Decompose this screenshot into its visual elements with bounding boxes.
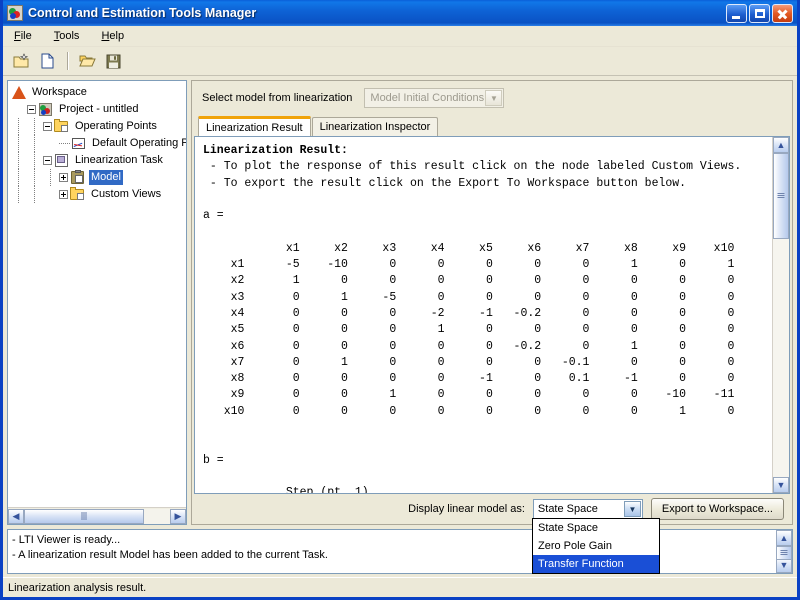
menu-help-rest: elp bbox=[109, 30, 125, 42]
tree-node-label: Operating Points bbox=[75, 120, 157, 132]
folder-icon bbox=[54, 119, 70, 134]
tree-node-linearization-task[interactable]: Linearization Task bbox=[11, 152, 186, 169]
tree-node-label: Workspace bbox=[32, 86, 87, 98]
display-linear-model-label: Display linear model as: bbox=[408, 503, 525, 515]
menu-bar: File Tools Help bbox=[3, 26, 797, 47]
dropdown-option-transfer-function[interactable]: Transfer Function bbox=[533, 555, 659, 573]
tab-linearization-result[interactable]: Linearization Result bbox=[198, 116, 311, 136]
select-model-row: Select model from linearization Model In… bbox=[192, 81, 792, 115]
export-to-workspace-button[interactable]: Export to Workspace... bbox=[650, 498, 784, 520]
toolbar bbox=[3, 47, 797, 76]
result-heading: Linearization Result: bbox=[203, 144, 348, 157]
title-bar: Control and Estimation Tools Manager bbox=[3, 0, 797, 26]
select-model-label: Select model from linearization bbox=[202, 92, 353, 104]
matlab-icon bbox=[11, 85, 27, 100]
application-window: Control and Estimation Tools Manager Fil… bbox=[0, 0, 800, 600]
dropdown-option-zero-pole-gain[interactable]: Zero Pole Gain bbox=[533, 537, 659, 555]
display-model-combo[interactable]: State Space ▼ bbox=[532, 499, 643, 519]
close-button[interactable] bbox=[772, 3, 793, 23]
project-tree[interactable]: Workspace Project - untitled Operating P… bbox=[8, 81, 186, 507]
chevron-down-icon[interactable]: ▼ bbox=[485, 90, 503, 106]
tree-node-project[interactable]: Project - untitled bbox=[11, 101, 186, 118]
task-icon bbox=[54, 153, 70, 168]
clipboard-icon bbox=[70, 170, 86, 185]
maximize-button[interactable] bbox=[749, 3, 770, 23]
tab-label: Linearization Inspector bbox=[319, 121, 431, 133]
body-area: Workspace Project - untitled Operating P… bbox=[3, 76, 797, 529]
tree-node-default-operating-point[interactable]: Default Operating Po bbox=[11, 135, 186, 152]
model-initial-conditions-combo[interactable]: Model Initial Conditions ▼ bbox=[364, 88, 505, 108]
scroll-up-icon[interactable]: ▲ bbox=[776, 530, 792, 546]
export-button-label: Export to Workspace... bbox=[661, 503, 773, 515]
dropdown-option-state-space[interactable]: State Space bbox=[533, 519, 659, 537]
toolbar-separator bbox=[67, 52, 68, 70]
folder-icon bbox=[70, 187, 86, 202]
minimize-button[interactable] bbox=[726, 3, 747, 23]
collapse-toggle-operating-points[interactable] bbox=[43, 122, 52, 131]
new-file-icon[interactable] bbox=[36, 50, 59, 72]
status-log-panel: - LTI Viewer is ready... - A linearizati… bbox=[7, 529, 793, 574]
menu-file-rest: ile bbox=[20, 30, 32, 42]
tree-node-label: Default Operating Po bbox=[92, 137, 186, 149]
save-icon[interactable] bbox=[102, 50, 125, 72]
menu-tools-rest: ools bbox=[59, 30, 80, 42]
main-panel: Select model from linearization Model In… bbox=[191, 80, 793, 525]
status-log-scroll-thumb[interactable] bbox=[776, 546, 792, 560]
tree-node-label: Custom Views bbox=[91, 188, 162, 200]
tab-linearization-inspector[interactable]: Linearization Inspector bbox=[311, 117, 439, 136]
result-body: - To plot the response of this result cl… bbox=[203, 160, 742, 493]
open-folder-icon[interactable] bbox=[76, 50, 99, 72]
tab-bar: Linearization Result Linearization Inspe… bbox=[192, 115, 792, 136]
collapse-toggle-linearization-task[interactable] bbox=[43, 156, 52, 165]
status-log-line-1: - LTI Viewer is ready... bbox=[12, 534, 121, 546]
display-model-dropdown-list[interactable]: State Space Zero Pole Gain Transfer Func… bbox=[532, 518, 660, 574]
result-vertical-scrollbar[interactable]: ▲ ▼ bbox=[772, 137, 789, 493]
menu-tools[interactable]: Tools bbox=[51, 28, 83, 44]
menu-file[interactable]: File bbox=[11, 28, 35, 44]
tree-node-label: Model bbox=[89, 170, 123, 185]
window-title: Control and Estimation Tools Manager bbox=[28, 6, 257, 20]
tab-content-panel: Linearization Result: - To plot the resp… bbox=[194, 136, 790, 494]
tree-horizontal-scrollbar[interactable]: ◀ ▶ bbox=[8, 507, 186, 524]
status-log-scroll-track[interactable] bbox=[776, 546, 792, 560]
status-log-scrollbar[interactable]: ▲ ▼ bbox=[776, 530, 792, 573]
new-project-icon[interactable] bbox=[10, 50, 33, 72]
scroll-right-icon[interactable]: ▶ bbox=[170, 508, 186, 524]
chevron-down-icon[interactable]: ▼ bbox=[623, 501, 641, 517]
project-tree-panel: Workspace Project - untitled Operating P… bbox=[7, 80, 187, 525]
tree-node-workspace[interactable]: Workspace bbox=[11, 84, 186, 101]
status-log-wrap: - LTI Viewer is ready... - A linearizati… bbox=[3, 529, 797, 577]
tree-node-operating-points[interactable]: Operating Points bbox=[11, 118, 186, 135]
project-cube-icon bbox=[38, 102, 54, 117]
status-log-line-2: - A linearization result Model has been … bbox=[12, 549, 328, 561]
collapse-toggle-project[interactable] bbox=[27, 105, 36, 114]
expand-toggle-custom-views[interactable] bbox=[59, 190, 68, 199]
result-vscroll-thumb[interactable] bbox=[773, 153, 789, 239]
scroll-up-icon[interactable]: ▲ bbox=[773, 137, 789, 153]
display-model-bar: Display linear model as: State Space ▼ E… bbox=[192, 494, 792, 524]
result-vscroll-track[interactable] bbox=[773, 153, 789, 477]
display-combo-value: State Space bbox=[537, 503, 598, 515]
tree-hscroll-thumb[interactable] bbox=[24, 508, 144, 524]
tree-hscroll-track[interactable] bbox=[24, 508, 170, 524]
model-combo-value: Model Initial Conditions bbox=[370, 92, 485, 104]
tab-label: Linearization Result bbox=[206, 121, 303, 134]
status-bar-text: Linearization analysis result. bbox=[8, 581, 147, 594]
status-log-text: - LTI Viewer is ready... - A linearizati… bbox=[8, 530, 776, 573]
window-controls bbox=[726, 3, 795, 23]
matlab-cube-icon bbox=[7, 5, 23, 21]
scroll-left-icon[interactable]: ◀ bbox=[8, 508, 24, 524]
scroll-down-icon[interactable]: ▼ bbox=[773, 477, 789, 493]
expand-toggle-model[interactable] bbox=[59, 173, 68, 182]
tree-node-label: Linearization Task bbox=[75, 154, 163, 166]
status-bar: Linearization analysis result. bbox=[3, 577, 797, 597]
tree-node-custom-views[interactable]: Custom Views bbox=[11, 186, 186, 203]
menu-help[interactable]: Help bbox=[98, 28, 127, 44]
chart-icon bbox=[71, 136, 87, 151]
linearization-result-text[interactable]: Linearization Result: - To plot the resp… bbox=[195, 137, 772, 493]
tree-node-model[interactable]: Model bbox=[11, 169, 186, 186]
tree-node-label: Project - untitled bbox=[59, 103, 139, 115]
